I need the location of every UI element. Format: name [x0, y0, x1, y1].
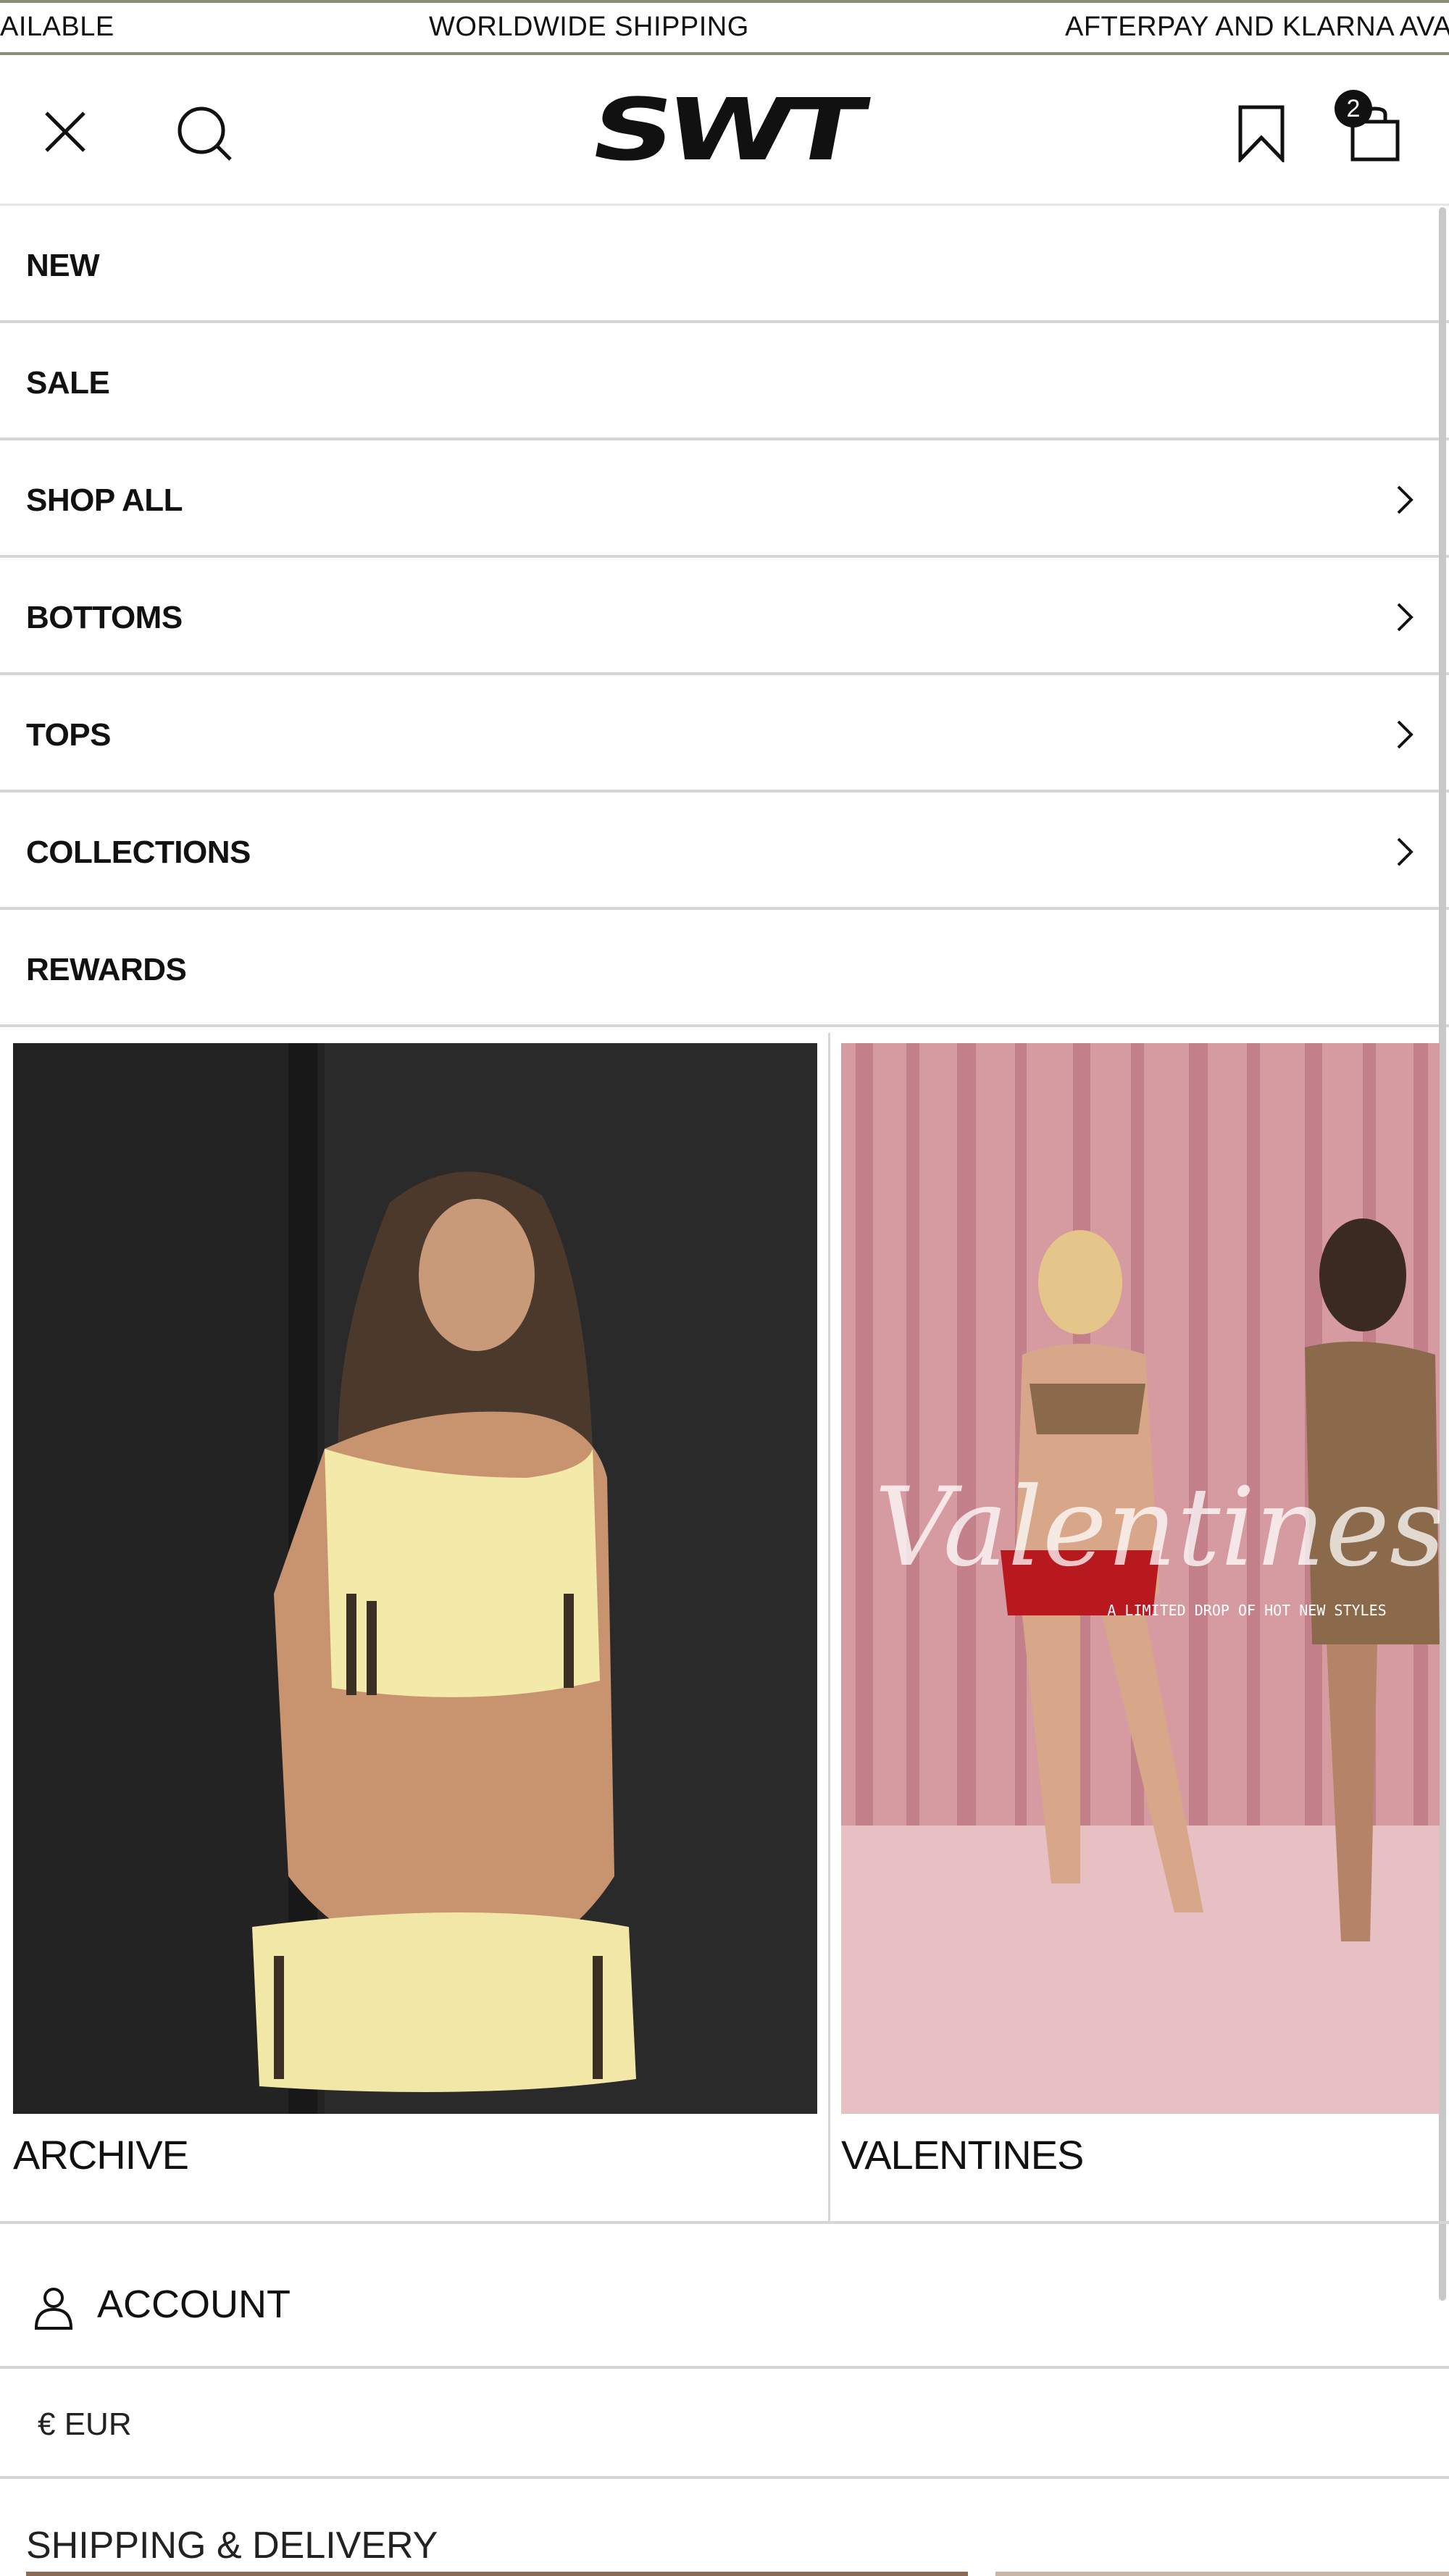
archive-image: [13, 1043, 817, 2114]
bookmark-icon: [1238, 105, 1285, 164]
nav-menu: NEW SALE SHOP ALL BOTTOMS TOPS COLLECTIO…: [0, 206, 1449, 1027]
menu-item-label: COLLECTIONS: [26, 835, 251, 870]
menu-item-rewards[interactable]: REWARDS: [0, 910, 1449, 1027]
menu-item-label: REWARDS: [26, 952, 187, 987]
account-label: ACCOUNT: [97, 2283, 291, 2326]
card-divider: [828, 1033, 830, 2224]
menu-item-label: TOPS: [26, 717, 112, 753]
collection-cards: ARCHIVE Valentines A LIMITED DROP OF HOT…: [0, 1033, 1449, 2224]
wishlist-button[interactable]: [1236, 104, 1287, 164]
cart-count-badge: 2: [1335, 90, 1372, 127]
valentines-image: Valentines A LIMITED DROP OF HOT NEW STY…: [841, 1043, 1440, 2114]
menu-item-label: SHOP ALL: [26, 482, 183, 518]
menu-item-new[interactable]: NEW: [0, 206, 1449, 323]
shipping-delivery-section: SHIPPING & DELIVERY: [0, 2479, 1449, 2576]
chevron-right-icon: [1397, 720, 1413, 749]
menu-item-label: NEW: [26, 248, 100, 283]
menu-item-label: SALE: [26, 365, 110, 401]
site-header: SWT 2: [0, 55, 1449, 206]
search-icon: [178, 106, 232, 161]
chevron-right-icon: [1397, 603, 1413, 632]
card-label: VALENTINES: [841, 2132, 1084, 2178]
card-valentines[interactable]: Valentines A LIMITED DROP OF HOT NEW STY…: [841, 1043, 1440, 2217]
currency-selector[interactable]: € EUR: [0, 2369, 1449, 2479]
announcement-text-2: WORLDWIDE SHIPPING: [429, 12, 749, 42]
close-icon: [45, 112, 85, 152]
menu-item-sale[interactable]: SALE: [0, 323, 1449, 440]
menu-item-shop-all[interactable]: SHOP ALL: [0, 440, 1449, 558]
shipping-delivery-link[interactable]: SHIPPING & DELIVERY: [26, 2524, 438, 2567]
chevron-right-icon: [1397, 837, 1413, 866]
footer-image-strip: [995, 2572, 1449, 2576]
logo[interactable]: SWT: [523, 80, 926, 180]
card-label: ARCHIVE: [13, 2132, 189, 2178]
menu-item-label: BOTTOMS: [26, 600, 183, 635]
close-menu-button[interactable]: [39, 106, 91, 158]
currency-label: € EUR: [38, 2406, 132, 2442]
search-button[interactable]: [174, 103, 235, 164]
user-icon: [34, 2288, 73, 2330]
footer-image-strip: [26, 2572, 968, 2576]
announcement-text-3: AFTERPAY AND KLARNA AVA: [1065, 12, 1449, 42]
menu-item-bottoms[interactable]: BOTTOMS: [0, 558, 1449, 675]
announcement-bar: AILABLE WORLDWIDE SHIPPING AFTERPAY AND …: [0, 0, 1449, 55]
chevron-right-icon: [1397, 485, 1413, 514]
account-link[interactable]: ACCOUNT: [0, 2224, 1449, 2369]
card-archive[interactable]: ARCHIVE: [13, 1043, 817, 2217]
menu-item-tops[interactable]: TOPS: [0, 675, 1449, 793]
valentines-script-overlay: Valentines: [874, 1465, 1440, 1591]
valentines-caption-overlay: A LIMITED DROP OF HOT NEW STYLES: [1107, 1602, 1386, 1619]
announcement-text-1: AILABLE: [0, 12, 114, 42]
menu-item-collections[interactable]: COLLECTIONS: [0, 793, 1449, 910]
